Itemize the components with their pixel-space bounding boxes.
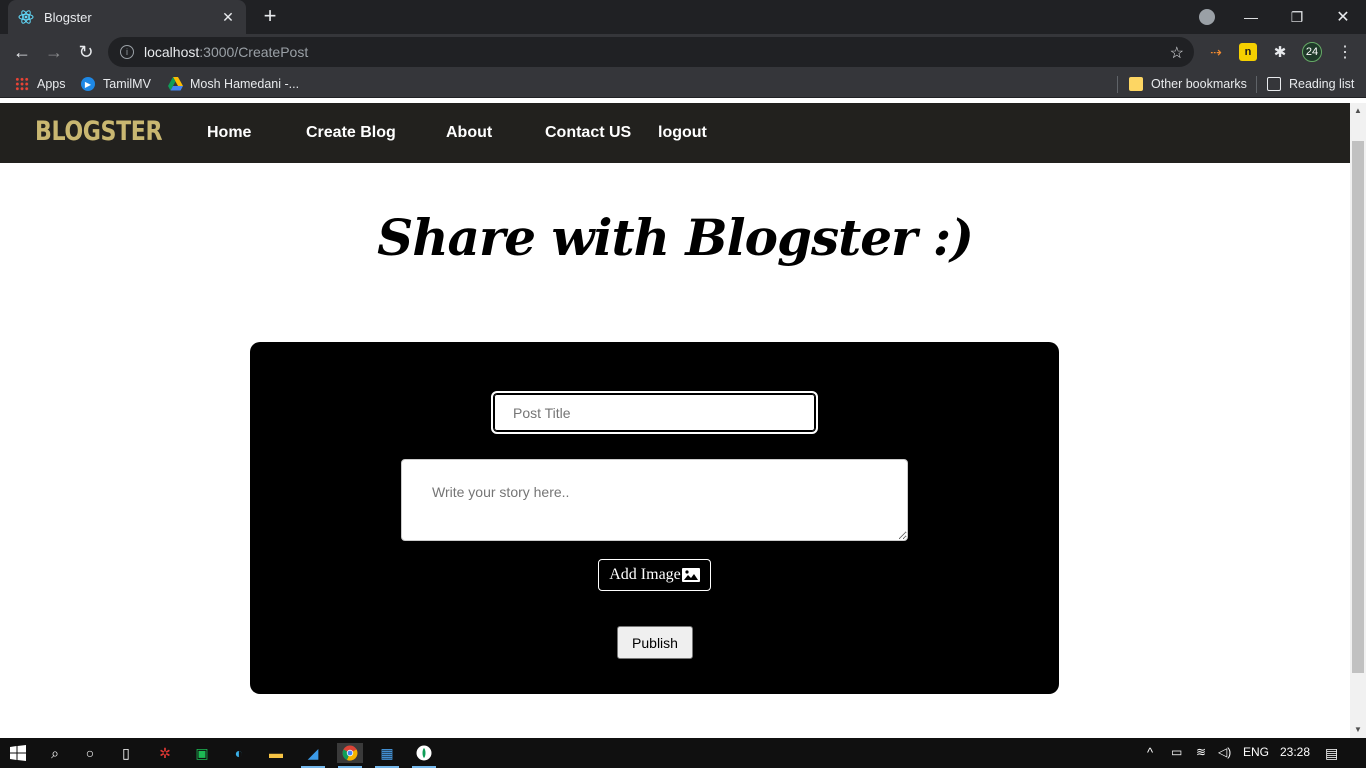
browser-tab[interactable]: Blogster ✕ — [8, 0, 246, 34]
new-tab-button[interactable]: + — [258, 5, 282, 28]
tab-close-icon[interactable]: ✕ — [220, 9, 236, 25]
create-post-form: Add Image Publish — [250, 342, 1059, 694]
search-icon[interactable]: ⌕ — [45, 743, 65, 763]
scrollbar-thumb[interactable] — [1352, 141, 1364, 673]
add-image-button[interactable]: Add Image — [598, 559, 711, 591]
nav-home-link[interactable]: Home — [207, 124, 251, 142]
nav-contact-link[interactable]: Contact US — [545, 124, 631, 142]
clock[interactable]: 23:28 — [1280, 745, 1310, 759]
tab-search-icon[interactable] — [1199, 9, 1215, 25]
bookmark-other-label: Other bookmarks — [1151, 77, 1247, 91]
nav-logout-link[interactable]: logout — [658, 124, 707, 142]
volume-icon[interactable]: ◁) — [1218, 745, 1231, 759]
apps-grid-icon — [15, 77, 29, 91]
browser-menu-icon[interactable]: ⋮ — [1336, 43, 1354, 61]
bookmark-tamilmv[interactable]: ▶ TamilMV — [81, 75, 151, 93]
app-gear-icon[interactable]: ✲ — [155, 743, 175, 763]
scroll-up-icon[interactable]: ▲ — [1354, 106, 1362, 115]
bookmark-mosh[interactable]: Mosh Hamedani -... — [168, 75, 299, 93]
extension-arrow-icon[interactable]: ⇢ — [1207, 43, 1225, 61]
language-indicator[interactable]: ENG — [1243, 745, 1269, 759]
bookmark-tamilmv-label: TamilMV — [103, 77, 151, 91]
notifications-icon[interactable]: ▤ — [1325, 745, 1338, 762]
page-heading: Share with Blogster :) — [377, 208, 974, 267]
windows-start-icon[interactable] — [8, 743, 28, 763]
bookmark-star-icon[interactable]: ☆ — [1170, 43, 1184, 63]
story-textarea[interactable] — [401, 459, 908, 541]
profile-avatar[interactable]: 24 — [1302, 42, 1322, 62]
reading-list-icon — [1267, 77, 1281, 91]
back-arrow-icon[interactable]: ← — [10, 41, 34, 63]
bookmark-other[interactable]: Other bookmarks — [1129, 75, 1247, 93]
browser-tab-strip: Blogster ✕ + — ❐ ✕ — [0, 0, 1366, 34]
extension-yellow-icon[interactable]: n — [1239, 43, 1257, 61]
folder-icon — [1129, 77, 1143, 91]
browser-toolbar: ← → ↻ i localhost:3000/CreatePost ☆ ⇢ n … — [0, 34, 1366, 70]
drive-icon — [168, 77, 183, 91]
windows-taskbar: ⌕ ○ ▯ ✲ ▣ ◐ ▬ ◢ ▦ ^ ▭ ≋ ◁) ENG 23:28 ▤ — [0, 738, 1366, 768]
bookmark-reading-label: Reading list — [1289, 77, 1355, 91]
scroll-down-icon[interactable]: ▼ — [1354, 725, 1362, 734]
site-logo[interactable]: BLOGSTER — [35, 116, 163, 147]
reload-icon[interactable]: ↻ — [74, 41, 98, 63]
extensions-puzzle-icon[interactable]: ✱ — [1271, 43, 1289, 61]
file-explorer-icon[interactable]: ▬ — [266, 743, 286, 763]
battery-icon[interactable]: ▭ — [1171, 745, 1182, 759]
add-image-label: Add Image — [609, 566, 681, 583]
node-app-icon[interactable] — [414, 743, 434, 763]
chat-app-icon[interactable]: ▣ — [192, 743, 212, 763]
tray-chevron-icon[interactable]: ^ — [1147, 745, 1153, 760]
forward-arrow-icon[interactable]: → — [42, 41, 66, 63]
edge-icon[interactable]: ◐ — [229, 743, 249, 763]
bookmark-mosh-label: Mosh Hamedani -... — [190, 77, 300, 91]
bookmark-apps-label: Apps — [37, 77, 66, 91]
vscode-icon[interactable]: ◢ — [303, 743, 323, 763]
task-view-icon[interactable]: ▯ — [116, 743, 136, 763]
image-icon — [681, 568, 700, 582]
publish-button[interactable]: Publish — [617, 626, 693, 659]
address-bar[interactable]: i localhost:3000/CreatePost ☆ — [108, 37, 1194, 67]
wifi-icon[interactable]: ≋ — [1196, 745, 1206, 759]
page-scrollbar[interactable]: ▲ ▼ — [1350, 103, 1366, 738]
bookmark-reading-list[interactable]: Reading list — [1267, 75, 1354, 93]
url-host: localhost — [144, 44, 200, 60]
chrome-icon[interactable] — [337, 743, 363, 763]
page-viewport: BLOGSTER Home Create Blog About Contact … — [0, 103, 1350, 738]
photos-icon[interactable]: ▦ — [377, 743, 397, 763]
nav-create-blog-link[interactable]: Create Blog — [306, 124, 396, 142]
play-icon: ▶ — [81, 77, 95, 91]
window-close-icon[interactable]: ✕ — [1320, 0, 1366, 34]
minimize-icon[interactable]: — — [1228, 0, 1274, 34]
tab-title: Blogster — [44, 9, 92, 25]
post-title-input[interactable] — [491, 391, 818, 434]
nav-about-link[interactable]: About — [446, 124, 492, 142]
bookmarks-bar: Apps ▶ TamilMV Mosh Hamedani -... Other … — [0, 70, 1366, 98]
bookmark-apps[interactable]: Apps — [15, 75, 66, 93]
react-favicon-icon — [18, 9, 34, 25]
site-info-icon[interactable]: i — [120, 45, 134, 59]
url-path: :3000/CreatePost — [199, 44, 309, 60]
restore-icon[interactable]: ❐ — [1274, 0, 1320, 34]
cortana-icon[interactable]: ○ — [80, 743, 100, 763]
bookmark-separator — [1256, 76, 1257, 93]
site-navbar: BLOGSTER Home Create Blog About Contact … — [0, 103, 1350, 163]
bookmark-separator — [1117, 76, 1118, 93]
